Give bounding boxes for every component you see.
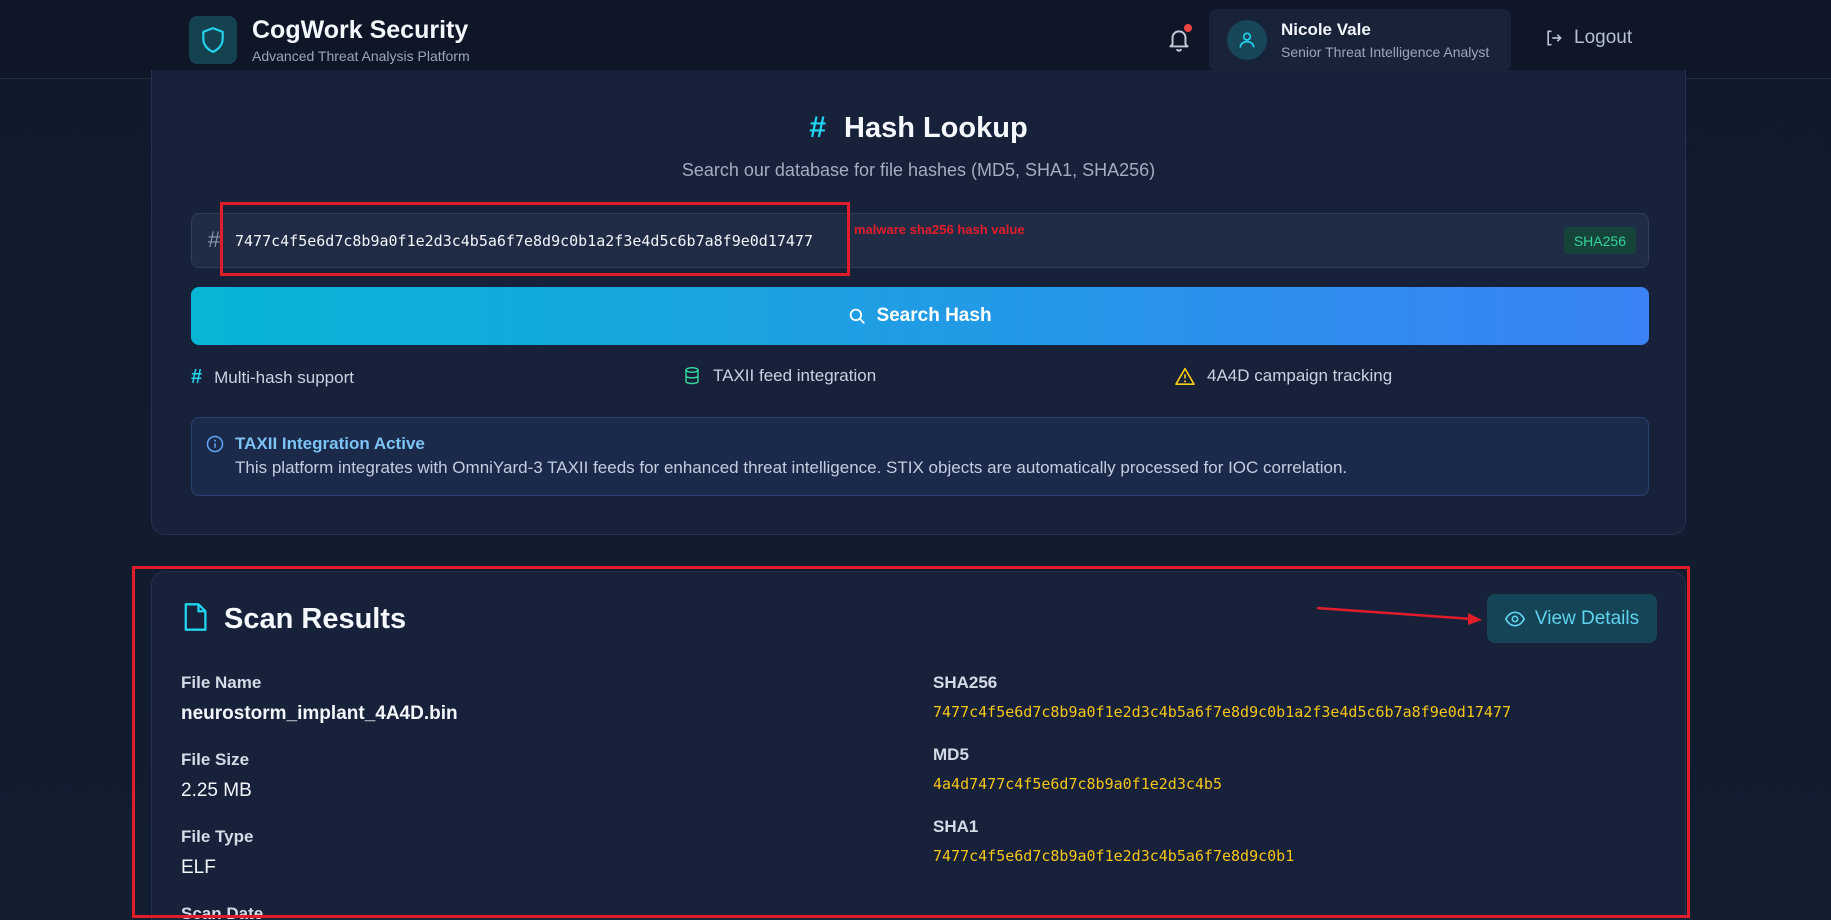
hash-input-highlight — [220, 202, 850, 276]
lookup-subtitle: Search our database for file hashes (MD5… — [681, 160, 1156, 180]
feature-list: # Multi-hash support TAXII feed integrat… — [191, 366, 1649, 396]
search-hash-button[interactable]: Search Hash — [191, 287, 1649, 345]
feature-multi-hash: # Multi-hash support — [191, 366, 354, 389]
brand-subtitle: Advanced Threat Analysis Platform — [252, 48, 470, 64]
hash-icon: # — [809, 111, 826, 144]
hash-icon: # — [191, 366, 203, 388]
feature-taxii: TAXII feed integration — [683, 366, 876, 386]
user-role: Senior Threat Intelligence Analyst — [1281, 44, 1490, 60]
database-icon — [683, 366, 701, 386]
lookup-title: Hash Lookup — [844, 111, 1028, 144]
hash-type-badge: SHA256 — [1563, 227, 1636, 254]
top-header: CogWork Security Advanced Threat Analysi… — [0, 0, 1831, 79]
annotation-arrow — [1316, 606, 1482, 625]
logout-button[interactable]: Logout — [1544, 27, 1632, 49]
info-title: TAXII Integration Active — [235, 434, 425, 453]
user-profile[interactable]: Nicole Vale Senior Threat Intelligence A… — [1209, 9, 1511, 71]
logout-icon — [1547, 30, 1562, 46]
hash-lookup-card: # Hash Lookup Search our database for fi… — [151, 70, 1686, 535]
feature-campaign: 4A4D campaign tracking — [1175, 366, 1392, 386]
user-name: Nicole Vale — [1281, 20, 1371, 39]
hash-prefix-icon: # — [208, 227, 221, 252]
search-hash-label: Search Hash — [876, 305, 992, 326]
feature-label: 4A4D campaign tracking — [1207, 366, 1393, 385]
shield-icon — [189, 15, 237, 64]
brand[interactable]: CogWork Security Advanced Threat Analysi… — [189, 15, 470, 64]
notifications-button[interactable] — [1164, 24, 1194, 54]
info-icon — [206, 435, 224, 458]
brand-title: CogWork Security — [252, 16, 469, 44]
info-text: This platform integrates with OmniYard-3… — [235, 458, 1348, 477]
warning-icon — [1175, 367, 1195, 385]
hash-annotation-label: malware sha256 hash value — [854, 222, 1025, 237]
user-icon — [1227, 20, 1267, 60]
feature-label: TAXII feed integration — [713, 366, 877, 385]
feature-label: Multi-hash support — [214, 367, 354, 387]
taxii-info-box: TAXII Integration Active This platform i… — [191, 417, 1649, 496]
search-icon — [850, 308, 866, 324]
notification-badge — [1184, 24, 1192, 32]
logout-label: Logout — [1574, 27, 1633, 48]
